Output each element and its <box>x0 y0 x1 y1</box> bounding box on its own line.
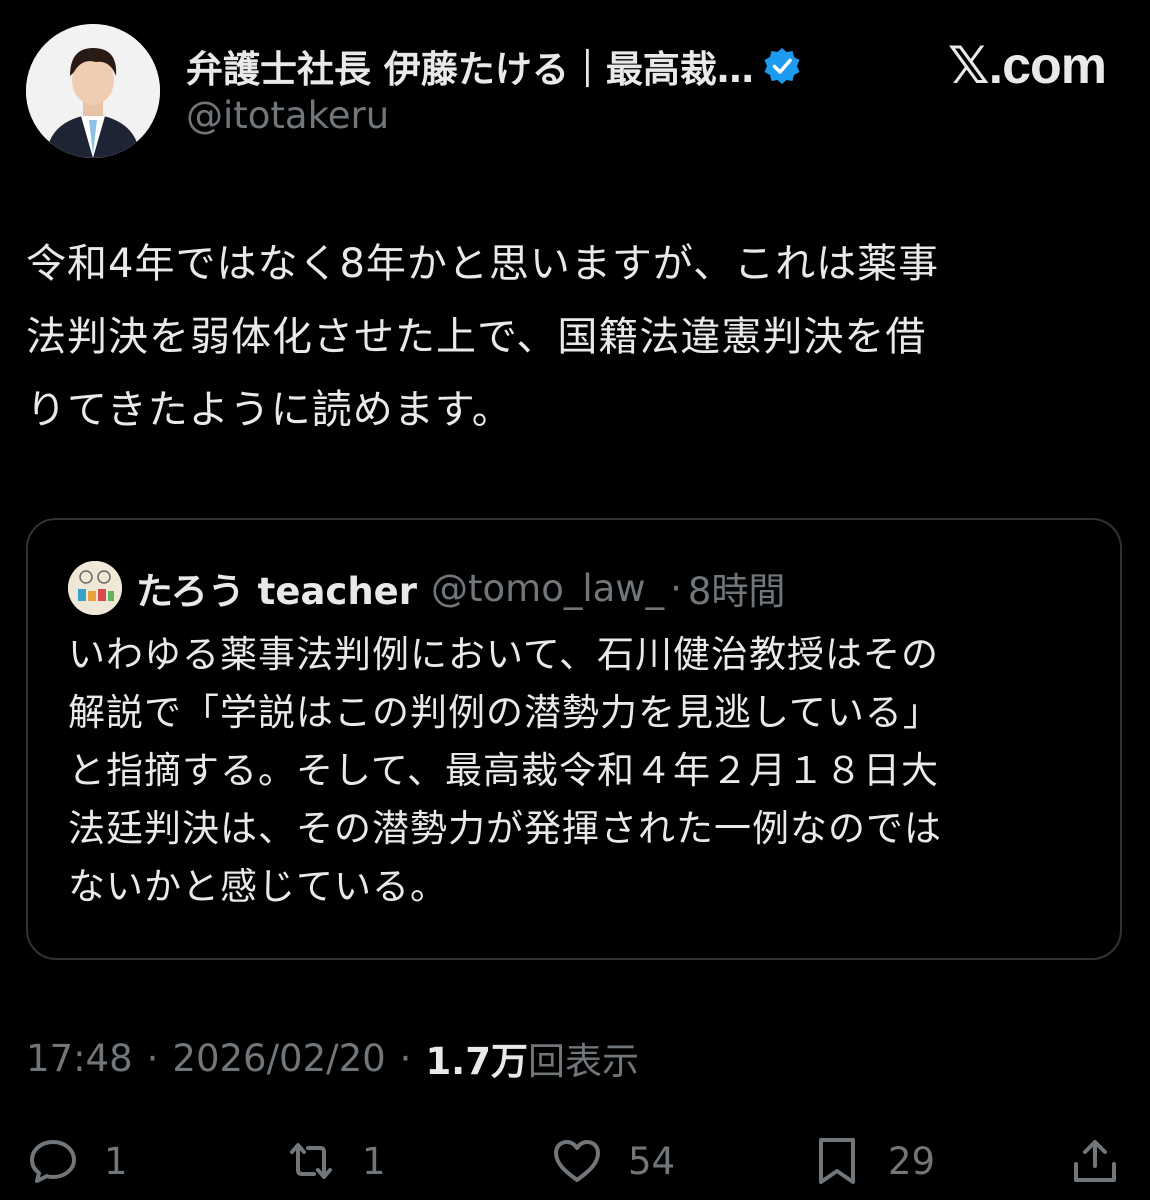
quoted-text-line: と指摘する。そして、最高裁令和４年２月１８日大 <box>68 749 940 792</box>
quoted-post-header: たろう teacher @tomo_law_ · 8時間 <box>68 561 786 615</box>
bookmark-count: 29 <box>888 1139 936 1183</box>
meta-separator: · <box>399 1036 412 1080</box>
bookmark-icon <box>819 1138 855 1184</box>
quoted-author-handle[interactable]: @tomo_law_ <box>431 567 664 610</box>
like-count: 54 <box>628 1139 676 1183</box>
quoted-post-time[interactable]: 8時間 <box>688 561 786 615</box>
repost-count: 1 <box>362 1139 386 1183</box>
quoted-text-line: 解説で「学説はこの判例の潜勢力を見逃している」 <box>68 691 941 734</box>
post-text: 令和4年ではなく8年かと思いますが、これは薬事 法判決を弱体化させた上で、国籍法… <box>26 228 1116 447</box>
share-icon <box>1074 1140 1116 1182</box>
bookmark-button[interactable]: 29 <box>810 1132 935 1190</box>
meta-separator: · <box>146 1036 159 1080</box>
reply-button[interactable]: 1 <box>26 1132 128 1190</box>
author-handle[interactable]: @itotakeru <box>186 94 389 137</box>
views-count: 1.7万 <box>425 1040 528 1083</box>
quoted-text-line: 法廷判決は、その潜勢力が発揮された一例なのでは <box>68 807 942 850</box>
post-date[interactable]: 2026/02/20 <box>172 1037 385 1080</box>
repost-icon <box>290 1143 332 1179</box>
post-text-line: 令和4年ではなく8年かと思いますが、これは薬事 <box>26 241 940 287</box>
quoted-text-line: いわゆる薬事法判例において、石川健治教授はその <box>68 633 940 676</box>
quoted-separator: · <box>670 566 682 610</box>
x-logo: 𝕏.com <box>947 37 1107 95</box>
post-time[interactable]: 17:48 <box>26 1037 133 1080</box>
post-text-line: 法判決を弱体化させた上で、国籍法違憲判決を借 <box>26 314 927 360</box>
quoted-author-name[interactable]: たろう teacher <box>136 561 417 615</box>
post-meta: 17:48 · 2026/02/20 · 1.7万 回表示 <box>26 1030 639 1086</box>
post-header: 弁護士社長 伊藤たける｜最高裁… @itotakeru 𝕏.com <box>26 24 1126 164</box>
views-label: 回表示 <box>527 1040 639 1083</box>
like-button[interactable]: 54 <box>550 1132 675 1190</box>
reply-icon <box>30 1140 76 1183</box>
post-text-line: りてきたように読めます。 <box>26 387 513 433</box>
quoted-post-card[interactable]: たろう teacher @tomo_law_ · 8時間 いわゆる薬事法判例にお… <box>26 518 1122 960</box>
verified-badge-icon <box>764 48 800 84</box>
author-display-name[interactable]: 弁護士社長 伊藤たける｜最高裁… <box>186 39 754 93</box>
reply-count: 1 <box>104 1139 128 1183</box>
action-bar: 1 1 54 29 <box>0 1124 1150 1200</box>
like-icon <box>554 1140 600 1182</box>
quoted-author-avatar[interactable] <box>68 561 122 615</box>
author-avatar[interactable] <box>26 24 160 158</box>
quoted-post-text: いわゆる薬事法判例において、石川健治教授はその 解説で「学説はこの判例の潜勢力を… <box>68 626 1088 916</box>
repost-button[interactable]: 1 <box>284 1132 386 1190</box>
quoted-text-line: ないかと感じている。 <box>68 865 448 908</box>
share-button[interactable] <box>1068 1132 1122 1190</box>
